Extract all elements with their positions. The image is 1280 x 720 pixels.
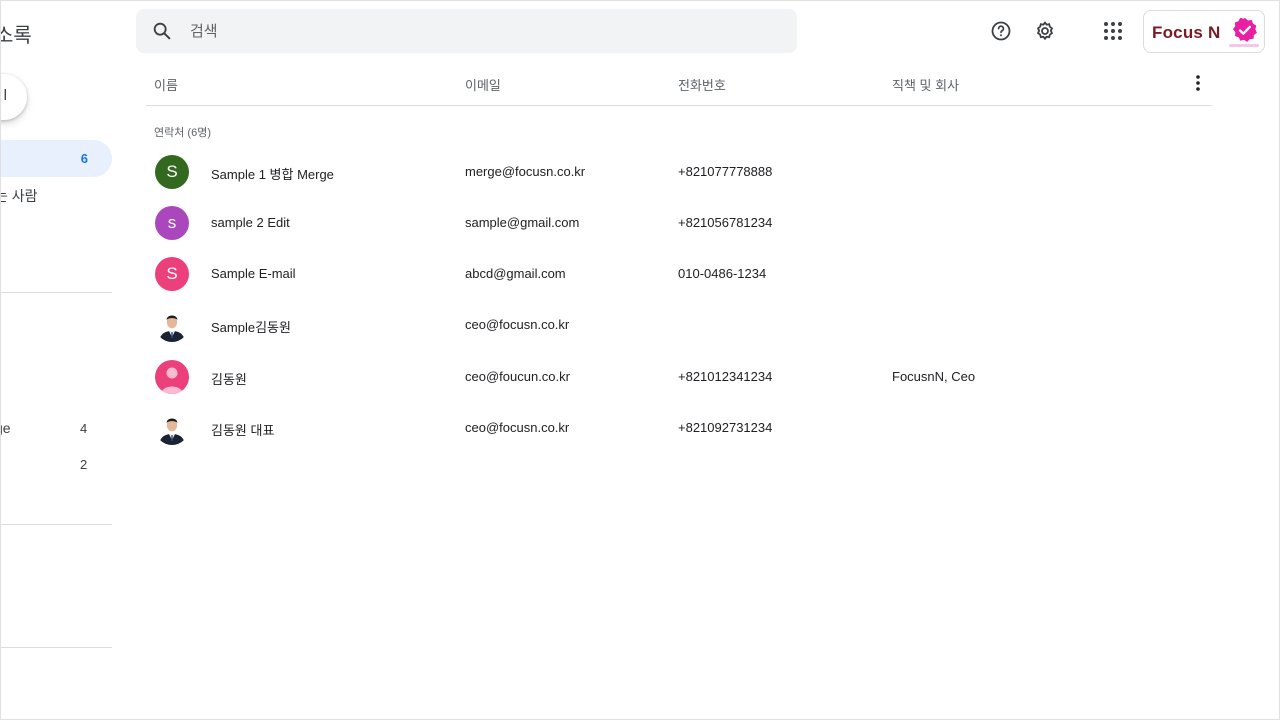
avatar[interactable]: S	[155, 257, 189, 291]
contacts-count: 6	[80, 151, 88, 166]
avatar[interactable]: S	[155, 155, 189, 189]
sidebar-divider	[1, 524, 112, 525]
contact-email: ceo@foucun.co.kr	[465, 369, 570, 384]
table-row[interactable]: 김동원 대표 ceo@focusn.co.kr +821092731234	[146, 407, 1212, 457]
more-vert-icon[interactable]	[1186, 71, 1210, 95]
header-name[interactable]: 이름	[154, 75, 178, 94]
avatar-initial: s	[167, 213, 177, 232]
brand-logo: Focus N	[1152, 23, 1221, 42]
avatar[interactable]	[155, 308, 189, 342]
contact-name: Sample E-mail	[211, 266, 296, 281]
avatar[interactable]: s	[155, 206, 189, 240]
avatar[interactable]	[155, 360, 189, 394]
table-row[interactable]: 김동원 ceo@foucun.co.kr +821012341234 FocusnN,…	[146, 356, 1212, 406]
contact-job: FocusnN, Ceo	[892, 369, 976, 384]
app-title: 소록	[1, 25, 32, 47]
contact-name: 김동원	[211, 372, 247, 387]
contact-phone: +821012341234	[678, 369, 773, 384]
apps-grid-icon[interactable]	[1101, 19, 1125, 43]
contact-phone: 010-0486-1234	[678, 266, 767, 281]
contact-email: ceo@focusn.co.kr	[465, 317, 570, 332]
sidebar-label-merge-count: 4	[80, 421, 88, 436]
contact-name: 김동원 대표	[211, 423, 275, 438]
contact-phone: +821092731234	[678, 420, 773, 435]
header-email: 이메일	[465, 78, 501, 93]
sidebar-item-contacts[interactable]: 6	[1, 140, 112, 177]
contact-email: merge@focusn.co.kr	[465, 164, 586, 179]
contact-name: Sample김동원	[211, 320, 291, 335]
contacts-section-label: 연락처 (6명)	[154, 127, 211, 139]
search-icon[interactable]	[151, 20, 173, 42]
contact-email: ceo@focusn.co.kr	[465, 420, 570, 435]
sidebar-divider	[1, 647, 112, 648]
help-icon[interactable]	[989, 19, 1013, 43]
search-input[interactable]	[190, 9, 780, 53]
avatar-photo	[155, 411, 189, 445]
header-job: 직책 및 회사	[892, 78, 960, 93]
table-header: 이름 이메일 전화번호 직책 및 회사	[146, 61, 1212, 106]
contact-name: Sample 1 병합 Merge	[211, 167, 334, 182]
brand-subline	[1229, 44, 1259, 47]
avatar[interactable]	[155, 411, 189, 445]
sidebar-label-count: 2	[80, 457, 88, 472]
table-row[interactable]: S Sample 1 병합 Merge merge@focusn.co.kr +821…	[146, 151, 1212, 201]
sidebar-label-merge[interactable]: ge	[1, 420, 11, 436]
contact-phone: +821056781234	[678, 215, 773, 230]
table-row[interactable]: S Sample E-mail abcd@gmail.com 010-0486-123…	[146, 253, 1212, 303]
table-row[interactable]: Sample김동원 ceo@focusn.co.kr	[146, 304, 1212, 354]
create-contact-label: l	[3, 87, 7, 104]
avatar-initial: S	[166, 162, 178, 181]
avatar-initial: S	[166, 264, 178, 283]
contact-phone: +821077778888	[678, 164, 773, 179]
avatar-photo	[155, 308, 189, 342]
search-bar[interactable]	[136, 9, 797, 53]
sidebar-item-frequent[interactable]: 는 사람	[1, 186, 38, 206]
contact-email: abcd@gmail.com	[465, 266, 566, 281]
sidebar: 소록 l 6 는 사람 ge 4 2	[1, 1, 113, 720]
account-brand-button[interactable]: Focus N	[1143, 10, 1265, 53]
contact-name: sample 2 Edit	[211, 215, 290, 230]
create-contact-button[interactable]: l	[1, 74, 27, 120]
verified-badge-icon	[1232, 17, 1257, 42]
table-row[interactable]: s sample 2 Edit sample@gmail.com +821056781…	[146, 202, 1212, 252]
default-person-icon	[161, 367, 183, 394]
sidebar-divider	[1, 292, 112, 293]
header-phone: 전화번호	[678, 78, 726, 93]
gear-icon[interactable]	[1033, 19, 1057, 43]
contact-email: sample@gmail.com	[465, 215, 580, 230]
